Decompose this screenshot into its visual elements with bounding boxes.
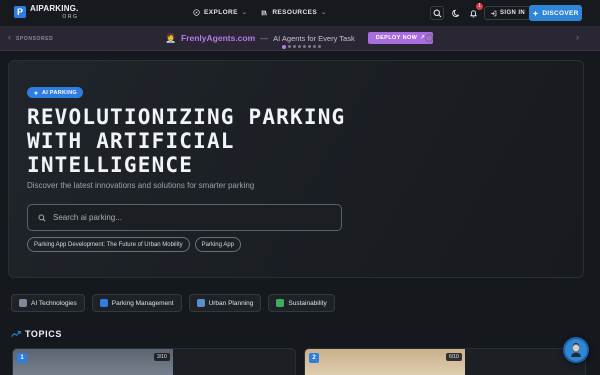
carousel-dot[interactable] xyxy=(313,45,316,48)
sponsor-brand[interactable]: FrenlyAgents.com xyxy=(181,33,255,43)
carousel-dot[interactable] xyxy=(318,45,321,48)
carousel-dot[interactable] xyxy=(293,45,296,48)
hero-section: AI PARKING REVOLUTIONIZING PARKING WITH … xyxy=(8,60,584,278)
carousel-dot[interactable] xyxy=(298,45,301,48)
moon-icon xyxy=(451,9,459,17)
library-icon xyxy=(262,10,268,16)
compass-icon xyxy=(193,9,200,16)
carousel-dot[interactable] xyxy=(282,44,286,49)
topic-score: 3/10 xyxy=(154,353,170,361)
user-avatar-icon xyxy=(571,343,581,357)
leaf-icon xyxy=(276,299,285,307)
site-logo[interactable]: P AIPARKING. ORG xyxy=(14,5,79,20)
notification-badge: 1 xyxy=(476,3,483,10)
search-box[interactable] xyxy=(27,204,342,231)
sponsor-content[interactable]: 🧑‍💼 FrenlyAgents.com — AI Agents for Eve… xyxy=(165,32,434,44)
category-list: AI Technologies Parking Management Urban… xyxy=(11,294,335,312)
sparkle-icon xyxy=(33,89,39,96)
chevron-down-icon: ⌄ xyxy=(321,10,327,16)
sign-in-button[interactable]: SIGN IN xyxy=(484,6,532,20)
topic-number: 1 xyxy=(17,353,27,363)
search-icon xyxy=(38,214,46,222)
topic-number: 2 xyxy=(309,353,319,363)
logo-name: AIPARKING. xyxy=(30,4,79,13)
page-title: REVOLUTIONIZING PARKING WITH ARTIFICIAL … xyxy=(27,105,346,177)
nav-explore-label: EXPLORE xyxy=(204,9,238,16)
nav-resources[interactable]: RESOURCES ⌄ xyxy=(261,9,326,16)
theme-toggle-button[interactable] xyxy=(449,6,463,20)
search-icon xyxy=(433,9,441,17)
topics-header: TOPICS xyxy=(11,329,62,339)
robot-icon xyxy=(19,299,27,307)
category-label: Parking Management xyxy=(111,299,174,307)
topics-title: TOPICS xyxy=(25,329,62,339)
carousel-dot[interactable] xyxy=(288,45,291,48)
deploy-now-label: DEPLOY NOW xyxy=(375,35,418,41)
assistant-avatar-button[interactable] xyxy=(563,337,589,363)
suggestion-chip[interactable]: Parking App Development: The Future of U… xyxy=(27,237,190,252)
topic-card[interactable]: 1 3/10 xyxy=(12,348,296,375)
deploy-now-button[interactable]: DEPLOY NOW ↗ xyxy=(367,32,434,44)
nav-explore[interactable]: EXPLORE ⌄ xyxy=(193,9,247,16)
sparkle-icon xyxy=(532,10,539,16)
carousel-dot[interactable] xyxy=(308,45,311,48)
login-icon xyxy=(491,10,497,16)
suggestion-chip[interactable]: Parking App xyxy=(194,237,241,252)
hero-subtitle: Discover the latest innovations and solu… xyxy=(27,181,255,190)
nav-resources-label: RESOURCES xyxy=(272,9,318,16)
sponsor-separator: — xyxy=(260,33,269,43)
topic-card-image xyxy=(13,349,173,375)
sponsor-tagline: AI Agents for Every Task xyxy=(273,33,355,43)
chevron-left-icon[interactable]: ‹ xyxy=(8,32,11,42)
chevron-down-icon: ⌄ xyxy=(241,10,248,16)
logo-mark: P xyxy=(14,6,26,18)
sign-in-label: SIGN IN xyxy=(500,10,526,16)
city-icon xyxy=(196,299,205,307)
agent-avatar-icon: 🧑‍💼 xyxy=(165,32,177,43)
parking-icon xyxy=(99,299,108,307)
category-badge-label: AI PARKING xyxy=(42,89,77,96)
category-sustainability[interactable]: Sustainability xyxy=(268,294,335,312)
category-urban-planning[interactable]: Urban Planning xyxy=(188,294,262,312)
info-icon[interactable]: i xyxy=(425,34,433,42)
chevron-right-icon[interactable]: › xyxy=(576,32,579,42)
carousel-dot[interactable] xyxy=(303,45,306,48)
topic-card[interactable]: 2 6/10 xyxy=(304,348,586,375)
main-menu: EXPLORE ⌄ RESOURCES ⌄ xyxy=(193,9,327,16)
search-button[interactable] xyxy=(430,6,444,20)
logo-sub: ORG xyxy=(62,14,79,20)
category-label: AI Technologies xyxy=(31,299,77,307)
bell-icon xyxy=(469,9,477,17)
discover-button[interactable]: DISCOVER xyxy=(529,5,582,21)
trending-up-icon xyxy=(11,330,21,337)
sponsor-banner: ‹ SPONSORED 🧑‍💼 FrenlyAgents.com — AI Ag… xyxy=(0,27,600,51)
suggestion-chips: Parking App Development: The Future of U… xyxy=(27,237,241,252)
category-ai-technologies[interactable]: AI Technologies xyxy=(11,294,85,312)
discover-label: DISCOVER xyxy=(542,9,579,17)
topic-card-image xyxy=(305,349,465,375)
category-label: Urban Planning xyxy=(208,299,254,307)
category-parking-management[interactable]: Parking Management xyxy=(91,294,182,312)
top-nav: P AIPARKING. ORG EXPLORE ⌄ RESOURCES ⌄ 1… xyxy=(0,0,600,27)
category-badge: AI PARKING xyxy=(27,87,83,98)
category-label: Sustainability xyxy=(288,299,327,307)
notifications-button[interactable]: 1 xyxy=(466,3,483,20)
search-input[interactable] xyxy=(53,213,323,222)
carousel-dots xyxy=(282,44,321,49)
sponsor-label: SPONSORED xyxy=(16,36,54,42)
topic-score: 6/10 xyxy=(446,353,462,361)
